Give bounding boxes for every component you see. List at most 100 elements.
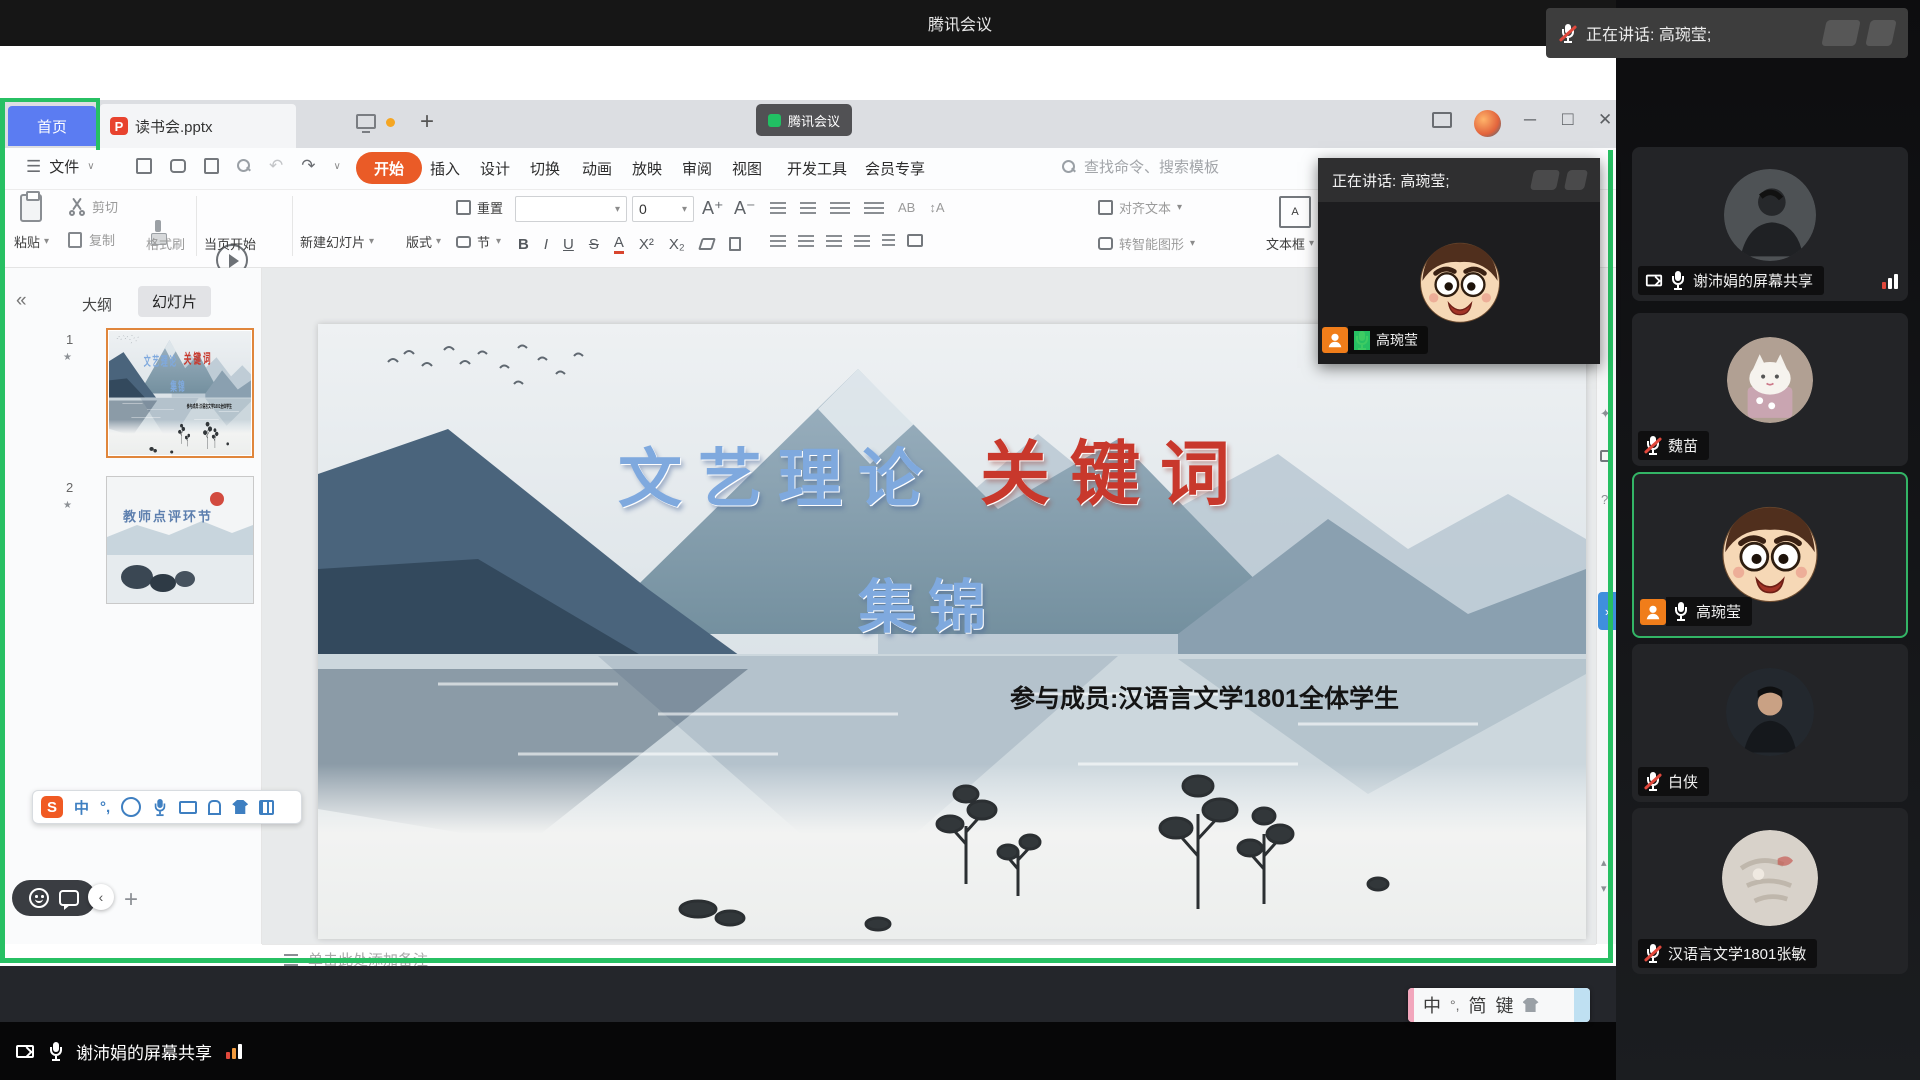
floating-speaker-header[interactable]: 正在讲话: 高琬莹; [1318, 158, 1600, 202]
paste-icon[interactable] [20, 194, 42, 222]
tab-outline[interactable]: 大纲 [82, 294, 112, 315]
skin-person-icon[interactable] [208, 800, 221, 815]
minimize-button[interactable]: ─ [1524, 110, 1536, 130]
align-text-button[interactable]: 对齐文本 ▾ [1098, 198, 1182, 217]
participant-tile-gaowanying[interactable]: 高琬莹 [1632, 472, 1908, 638]
ribbon-tab-membership[interactable]: 会员专享 [865, 158, 925, 179]
font-name-combo[interactable]: ▾ [515, 196, 627, 222]
ime-skin-icon[interactable] [1523, 998, 1539, 1012]
new-slide-button[interactable]: 新建幻灯片 ▾ [300, 232, 374, 251]
soft-keyboard-icon[interactable] [179, 801, 197, 814]
maximize-button[interactable]: □ [1562, 109, 1573, 131]
ribbon-tab-home[interactable]: 开始 [356, 152, 422, 184]
sogou-toolbar[interactable]: S 中 °, [32, 790, 302, 824]
copy-button[interactable]: 复制 [68, 230, 115, 249]
ime-lang-icon[interactable]: 中 [74, 797, 89, 818]
toolbar-more-icon[interactable]: ∨ [334, 161, 341, 172]
ime-punct-icon[interactable]: °, [100, 799, 110, 816]
format-painter-button[interactable]: 格式刷 [146, 234, 185, 253]
reaction-pill[interactable] [12, 880, 96, 916]
participant-tile-weimiao[interactable]: 魏苗 [1632, 313, 1908, 466]
current-slide[interactable]: 文艺理论 关键词 集锦 参与成员:汉语言文学1801全体学生 [318, 324, 1586, 939]
paste-button[interactable]: 粘贴 ▾ [14, 232, 49, 251]
file-menu[interactable]: ☰ 文件 ∨ [26, 156, 95, 177]
tab-document[interactable]: P 读书会.pptx [100, 104, 296, 148]
new-tab-button[interactable]: + [420, 108, 434, 136]
reset-button[interactable]: 重置 [456, 198, 503, 217]
ribbon-tab-animation[interactable]: 动画 [582, 158, 612, 179]
character-spacing-icon[interactable]: AB [898, 200, 915, 215]
increase-indent-icon[interactable] [864, 202, 884, 214]
underline-button[interactable]: U [563, 236, 574, 253]
scroll-up-icon[interactable]: ▴ [1601, 856, 1607, 869]
collapse-pill-button[interactable]: ‹ [88, 884, 114, 910]
layout-button[interactable]: 版式 ▾ [406, 232, 441, 251]
bold-button[interactable]: B [518, 236, 529, 253]
expand-pane-tab[interactable]: › [1598, 592, 1616, 630]
slide2-thumbnail[interactable]: 教师点评环节 [106, 476, 254, 604]
align-center-icon[interactable] [798, 235, 814, 247]
tab-home[interactable]: 首页 [8, 106, 96, 146]
print-icon[interactable] [170, 159, 186, 173]
subscript-button[interactable]: X₂ [669, 236, 685, 253]
cut-button[interactable]: 剪切 [68, 197, 118, 216]
emoji-picker-icon[interactable] [121, 797, 141, 817]
tab-slides[interactable]: 幻灯片 [138, 286, 211, 317]
preview-icon[interactable] [204, 158, 219, 174]
save-icon[interactable] [136, 158, 152, 174]
ime-lang-label[interactable]: 中 [1423, 992, 1441, 1018]
undo-icon[interactable]: ↶ [269, 156, 283, 176]
textbox-icon[interactable]: A [1279, 196, 1311, 228]
participant-tile-xiepeijuan[interactable]: 谢沛娟的屏幕共享 [1632, 147, 1908, 301]
to-smartart-button[interactable]: 转智能图形 ▾ [1098, 234, 1195, 253]
line-spacing-icon[interactable] [882, 234, 895, 247]
ribbon-tab-review[interactable]: 审阅 [682, 158, 712, 179]
floating-speaker-window[interactable]: 正在讲话: 高琬莹; 高琬莹 [1318, 158, 1600, 364]
participant-tile-baixia[interactable]: 白侠 [1632, 644, 1908, 802]
ribbon-tab-slideshow[interactable]: 放映 [632, 158, 662, 179]
number-list-icon[interactable] [800, 202, 816, 214]
grow-font-button[interactable]: A⁺ [702, 198, 724, 219]
text-direction-icon[interactable]: ↕A [929, 200, 944, 215]
layout-switch-icon[interactable] [1432, 112, 1452, 128]
participant-tile-zhangmin[interactable]: 汉语言文学1801张敏 [1632, 808, 1908, 974]
section-button[interactable]: 节 ▾ [456, 232, 501, 251]
ime-simplified-label[interactable]: 简 [1469, 992, 1487, 1018]
scroll-down-icon[interactable]: ▾ [1601, 882, 1607, 895]
redo-icon[interactable]: ↷ [301, 156, 315, 176]
skin-shirt-icon[interactable] [232, 800, 248, 814]
ime-punct-label[interactable]: °, [1450, 997, 1460, 1013]
font-color-button[interactable]: A [614, 234, 624, 254]
close-button[interactable]: ✕ [1598, 110, 1612, 130]
columns-icon[interactable] [907, 234, 923, 247]
bullet-list-icon[interactable] [770, 202, 786, 214]
add-slide-plus-button[interactable]: + [124, 886, 138, 914]
shrink-font-button[interactable]: A⁻ [734, 198, 756, 219]
ribbon-tab-insert[interactable]: 插入 [430, 158, 460, 179]
ime-softkb-label[interactable]: 键 [1496, 992, 1514, 1018]
voice-input-icon[interactable] [153, 798, 167, 815]
find-icon[interactable] [237, 159, 251, 173]
decrease-indent-icon[interactable] [830, 202, 850, 214]
slide1-thumbnail[interactable]: 文艺理论 关键词 集锦 参与成员:汉语言文学1801全体学生 [106, 328, 254, 458]
textbox-button[interactable]: 文本框 ▾ [1266, 234, 1314, 253]
justify-icon[interactable] [854, 235, 870, 247]
align-left-icon[interactable] [770, 235, 786, 247]
ribbon-tab-view[interactable]: 视图 [732, 158, 762, 179]
italic-button[interactable]: I [544, 236, 548, 253]
ribbon-tab-design[interactable]: 设计 [480, 158, 510, 179]
font-size-combo[interactable]: 0 ▾ [632, 196, 694, 222]
toolbox-grid-icon[interactable] [259, 800, 274, 815]
superscript-button[interactable]: X² [639, 236, 654, 253]
collapse-panel-button[interactable]: « [16, 290, 27, 312]
ribbon-tab-devtools[interactable]: 开发工具 [787, 158, 847, 179]
wps-user-avatar[interactable] [1474, 110, 1501, 137]
align-right-icon[interactable] [826, 235, 842, 247]
clear-format-icon[interactable] [698, 238, 716, 250]
play-current-button[interactable]: 当页开始 [204, 234, 256, 253]
command-search[interactable]: 查找命令、搜索模板 [1062, 156, 1219, 177]
strikethrough-button[interactable]: S [589, 236, 599, 253]
ime-status-bar[interactable]: 中 °, 简 键 [1408, 988, 1590, 1022]
highlight-icon[interactable] [729, 237, 741, 251]
ribbon-tab-transition[interactable]: 切换 [530, 158, 560, 179]
